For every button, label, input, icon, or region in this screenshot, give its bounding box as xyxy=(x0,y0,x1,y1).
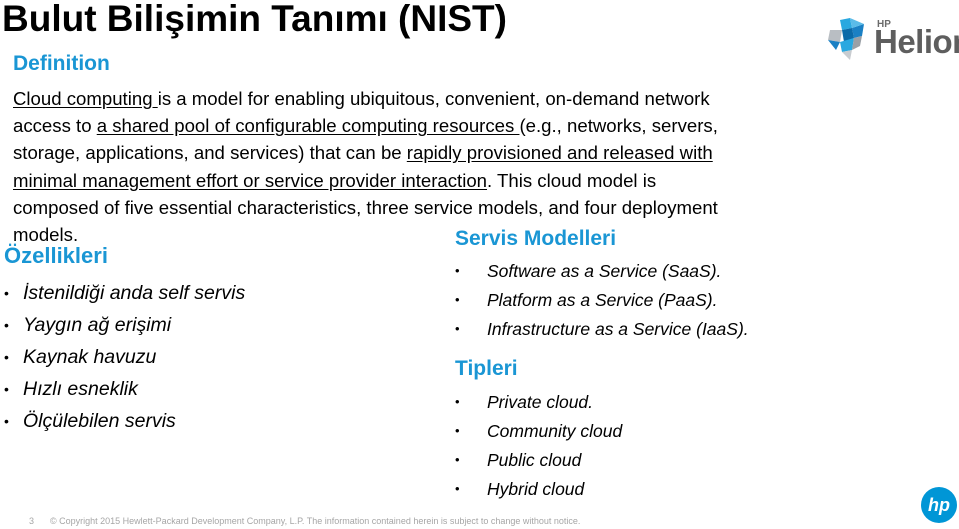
type-label: Public cloud xyxy=(487,450,582,470)
bullet-icon: • xyxy=(455,263,460,278)
bullet-icon: • xyxy=(455,394,460,409)
hp-helion-logo: HP Helion xyxy=(826,16,959,62)
types-list: • Private cloud. • Community cloud • Public… xyxy=(455,390,622,506)
features-item-label: Ölçülebilen servis xyxy=(23,410,176,432)
copyright-notice: © Copyright 2015 Hewlett-Packard Develop… xyxy=(50,516,581,526)
features-item-label: Yaygın ağ erişimi xyxy=(23,314,172,336)
service-model-item: • Infrastructure as a Service (IaaS). xyxy=(455,317,749,346)
bullet-icon: • xyxy=(455,452,460,467)
hp-logo: hp xyxy=(920,486,958,524)
bullet-icon: • xyxy=(4,413,9,429)
type-item: • Public cloud xyxy=(455,448,622,477)
definition-text: models. xyxy=(13,224,79,246)
definition-text: is a model for enabling ubiquitous, conv… xyxy=(157,88,710,109)
definition-line: Cloud computing is a model for enabling … xyxy=(13,85,873,112)
service-model-label: Infrastructure as a Service (IaaS). xyxy=(487,319,749,339)
definition-text: . This cloud model is xyxy=(487,169,657,191)
definition-heading: Definition xyxy=(13,52,110,75)
features-item-label: Hızlı esneklik xyxy=(23,378,138,400)
features-item-label: İstenildiği anda self servis xyxy=(23,282,246,304)
bullet-icon: • xyxy=(455,423,460,438)
bullet-icon: • xyxy=(455,321,460,336)
features-item: • Ölçülebilen servis xyxy=(4,408,245,440)
features-list: • İstenildiği anda self servis • Yaygın ağ… xyxy=(4,280,245,440)
type-item: • Hybrid cloud xyxy=(455,477,622,506)
bullet-icon: • xyxy=(4,349,9,365)
definition-text: access to xyxy=(13,115,97,137)
features-item: • Hızlı esneklik xyxy=(4,376,245,408)
definition-emphasis: Cloud computing xyxy=(13,88,158,109)
type-label: Private cloud. xyxy=(487,392,594,412)
definition-text: storage, applications, and services) tha… xyxy=(13,142,407,164)
bullet-icon: • xyxy=(4,317,9,333)
page-number: 3 xyxy=(29,516,35,526)
service-models-list: • Software as a Service (SaaS). • Platform… xyxy=(455,259,749,346)
hp-logo-icon: hp xyxy=(921,487,957,523)
type-label: Community cloud xyxy=(487,421,623,441)
type-item: • Private cloud. xyxy=(455,390,622,419)
definition-text: composed of five essential characteristi… xyxy=(13,196,718,218)
bullet-icon: • xyxy=(4,381,9,397)
service-model-item: • Platform as a Service (PaaS). xyxy=(455,288,749,317)
definition-line: composed of five essential characteristi… xyxy=(13,194,873,221)
features-heading: Özellikleri xyxy=(4,243,108,268)
definition-emphasis: a shared pool of configurable computing … xyxy=(96,115,520,137)
bullet-icon: • xyxy=(4,285,9,301)
bullet-icon: • xyxy=(455,481,460,496)
definition-body: Cloud computing is a model for enabling … xyxy=(13,85,873,248)
definition-line: models. xyxy=(13,221,873,248)
hp-logo-text: hp xyxy=(928,495,950,515)
service-model-item: • Software as a Service (SaaS). xyxy=(455,259,749,288)
service-model-label: Platform as a Service (PaaS). xyxy=(487,290,718,310)
features-item: • Yaygın ağ erişimi xyxy=(4,312,245,344)
types-heading: Tipleri xyxy=(455,357,518,380)
service-models-heading: Servis Modelleri xyxy=(455,227,617,250)
slide-title: Bulut Bilişimin Tanımı (NIST) xyxy=(2,0,507,39)
features-item-label: Kaynak havuzu xyxy=(23,346,157,368)
helion-cube-icon xyxy=(828,18,864,60)
definition-line: storage, applications, and services) tha… xyxy=(13,139,873,166)
service-model-label: Software as a Service (SaaS). xyxy=(487,261,722,281)
definition-emphasis: rapidly provisioned and released with xyxy=(406,142,713,164)
definition-emphasis: minimal management effort or service pro… xyxy=(13,169,488,191)
features-item: • İstenildiği anda self servis xyxy=(4,280,245,312)
helion-wordmark: Helion xyxy=(874,23,959,60)
definition-text: (e.g., networks, servers, xyxy=(519,115,718,137)
definition-line: minimal management effort or service pro… xyxy=(13,167,873,194)
definition-line: access to a shared pool of configurable … xyxy=(13,112,873,139)
type-label: Hybrid cloud xyxy=(487,479,585,499)
features-item: • Kaynak havuzu xyxy=(4,344,245,376)
bullet-icon: • xyxy=(455,292,460,307)
type-item: • Community cloud xyxy=(455,419,622,448)
